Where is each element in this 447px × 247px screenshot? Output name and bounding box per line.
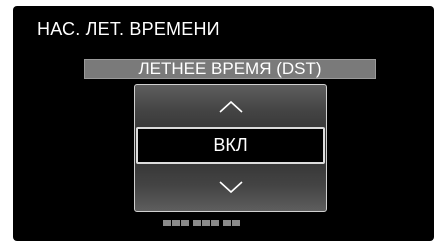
page-indicator-segment <box>211 220 219 226</box>
page-indicator-segment <box>181 220 189 226</box>
setting-subtitle: ЛЕТНЕЕ ВРЕМЯ (DST) <box>138 59 322 78</box>
page-indicator-group <box>193 220 219 226</box>
chevron-up-icon-glyph <box>218 100 243 113</box>
page-indicator-segment <box>232 220 240 226</box>
page-indicator-segment <box>223 220 231 226</box>
page-indicator <box>163 220 240 226</box>
chevron-down-icon-glyph <box>218 181 243 194</box>
chevron-up-icon[interactable] <box>135 91 326 123</box>
page-indicator-segment <box>202 220 210 226</box>
page-indicator-group <box>223 220 240 226</box>
selected-value: ВКЛ <box>213 135 248 155</box>
camera-menu-screen: НАС. ЛЕТ. ВРЕМЕНИ ЛЕТНЕЕ ВРЕМЯ (DST) ВКЛ <box>13 6 434 241</box>
selected-value-box[interactable]: ВКЛ <box>136 127 325 164</box>
value-selector: ВКЛ <box>134 84 327 212</box>
page-title: НАС. ЛЕТ. ВРЕМЕНИ <box>37 19 220 39</box>
chevron-down-icon[interactable] <box>135 171 326 203</box>
page-indicator-segment <box>163 220 171 226</box>
page-indicator-segment <box>193 220 201 226</box>
page-indicator-group <box>163 220 189 226</box>
page-indicator-segment <box>172 220 180 226</box>
